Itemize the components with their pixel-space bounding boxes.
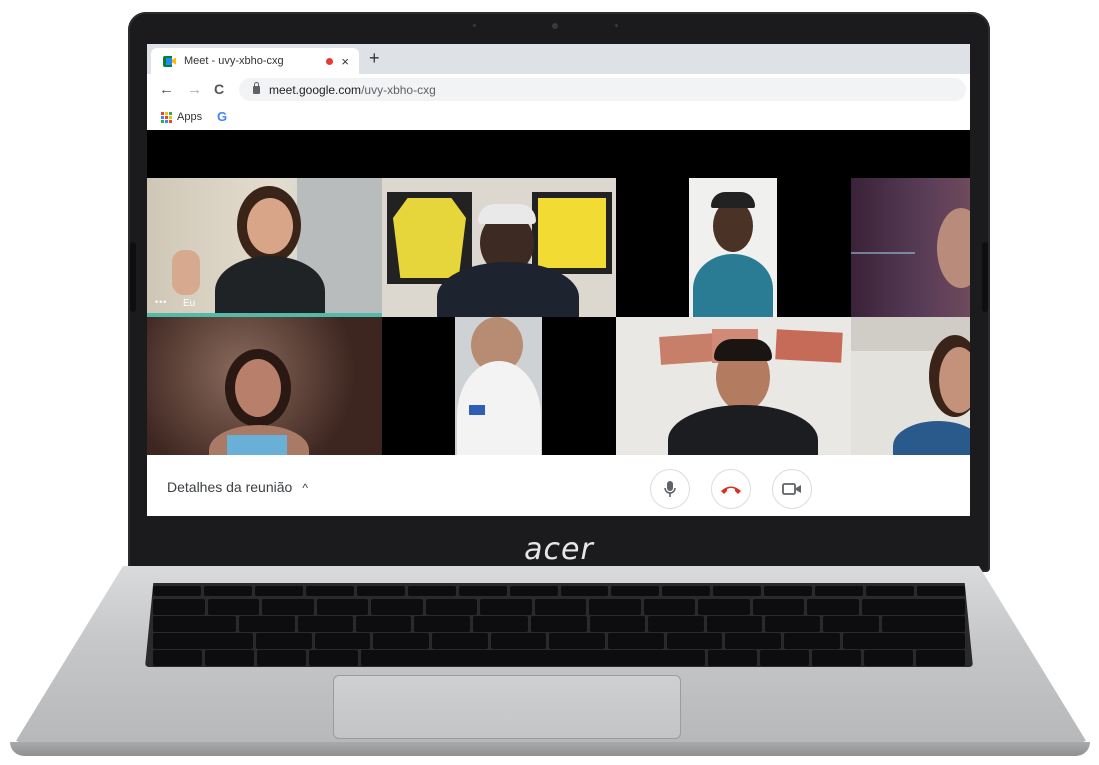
- sensor-dot: [615, 24, 618, 27]
- camera-button[interactable]: [772, 469, 812, 509]
- tab-meet[interactable]: Meet - uvy-xbho-cxg ×: [151, 48, 359, 74]
- address-bar[interactable]: meet.google.com/uvy-xbho-cxg: [239, 78, 966, 101]
- lid-edge-right: [982, 242, 988, 312]
- reload-button[interactable]: C: [214, 81, 224, 97]
- meeting-controls-bar: Detalhes da reunião ^: [147, 455, 970, 516]
- keyboard: [145, 583, 973, 667]
- browser-toolbar: ← → C meet.google.com/uvy-xbho-cxg: [147, 74, 970, 105]
- webcam-icon: [552, 23, 558, 29]
- participant-tile[interactable]: [147, 317, 382, 455]
- self-menu-icon[interactable]: •••: [155, 297, 167, 307]
- google-g-icon[interactable]: G: [217, 109, 227, 124]
- screen: Meet - uvy-xbho-cxg × + ← → C meet.googl…: [147, 44, 970, 516]
- apps-grid-icon: [161, 112, 172, 123]
- new-tab-button[interactable]: +: [369, 48, 380, 69]
- lock-icon: [253, 81, 260, 94]
- url-path: /uvy-xbho-cxg: [361, 82, 436, 97]
- self-name-label: Eu: [183, 298, 196, 309]
- hang-up-icon: [721, 486, 741, 494]
- forward-button[interactable]: →: [187, 81, 202, 98]
- url-host: meet.google.com: [269, 82, 362, 97]
- bookmark-apps[interactable]: Apps: [177, 111, 202, 123]
- participant-tile[interactable]: [689, 178, 777, 317]
- tab-strip: Meet - uvy-xbho-cxg × +: [147, 44, 970, 74]
- microphone-button[interactable]: [650, 469, 690, 509]
- bookmarks-bar: Apps G: [147, 105, 970, 131]
- participant-tile[interactable]: [851, 317, 970, 455]
- trackpad: [333, 675, 681, 739]
- brand-logo: acer: [524, 532, 594, 567]
- participant-tile[interactable]: [455, 317, 542, 455]
- participant-tile[interactable]: [382, 178, 616, 317]
- chevron-up-icon: ^: [302, 481, 308, 495]
- participant-tile[interactable]: [851, 178, 970, 317]
- meeting-details-label: Detalhes da reunião: [167, 479, 293, 495]
- end-call-button[interactable]: [711, 469, 751, 509]
- participant-tile[interactable]: [616, 317, 851, 455]
- tab-close-button[interactable]: ×: [341, 54, 349, 69]
- lid-edge-left: [130, 242, 136, 312]
- microphone-icon: [664, 481, 676, 497]
- recording-indicator-icon: [326, 57, 334, 65]
- sensor-dot: [473, 24, 476, 27]
- back-button[interactable]: ←: [159, 81, 174, 98]
- tab-title: Meet - uvy-xbho-cxg: [184, 55, 284, 67]
- meeting-details-button[interactable]: Detalhes da reunião ^: [167, 479, 308, 495]
- participant-tile-self[interactable]: ••• Eu: [147, 178, 382, 317]
- meet-logo-icon: [163, 55, 176, 67]
- laptop-base-edge: [10, 742, 1090, 756]
- video-camera-icon: [782, 483, 801, 495]
- video-grid: ••• Eu: [147, 130, 970, 455]
